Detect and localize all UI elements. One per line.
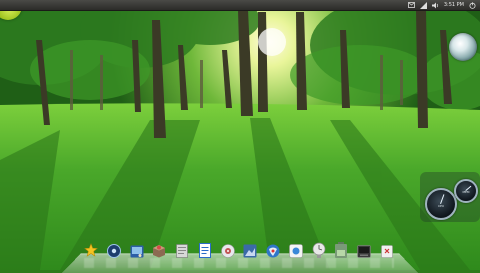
package-installer-icon[interactable] [152,242,166,258]
cpu-gauge: CPU [425,188,457,220]
dock-reflection [84,258,394,268]
top-panel: 3:51 PM [0,0,480,11]
desktop-wallpaper [0,0,480,270]
memory-gauge: MEM [454,179,478,203]
clock-icon[interactable] [312,242,326,258]
power-icon[interactable] [469,1,476,9]
battery-monitor-icon[interactable] [334,242,348,258]
panel-indicators: 3:51 PM [407,0,476,10]
cpu-gauge-label: CPU [437,204,445,208]
memory-gauge-label: MEM [462,190,470,194]
media-player-icon[interactable] [106,242,121,258]
favorites-star-icon[interactable] [84,242,98,258]
disc-burner-icon[interactable] [220,242,235,258]
system-monitor-widget[interactable]: CPU MEM [420,172,480,222]
globe-clock-widget[interactable] [449,33,477,61]
web-browser-icon[interactable] [266,242,280,258]
panel-clock[interactable]: 3:51 PM [444,0,464,10]
network-icon[interactable] [419,1,427,9]
mail-icon[interactable] [407,2,415,9]
text-editor-icon[interactable] [175,242,189,258]
terminal-icon[interactable] [357,242,371,258]
volume-icon[interactable] [431,2,439,9]
document-icon[interactable] [198,242,212,258]
photo-viewer-icon[interactable] [130,242,144,258]
system-settings-icon[interactable] [289,242,303,258]
trash-icon[interactable] [380,242,394,258]
image-editor-icon[interactable] [243,242,257,258]
dock [84,238,394,258]
